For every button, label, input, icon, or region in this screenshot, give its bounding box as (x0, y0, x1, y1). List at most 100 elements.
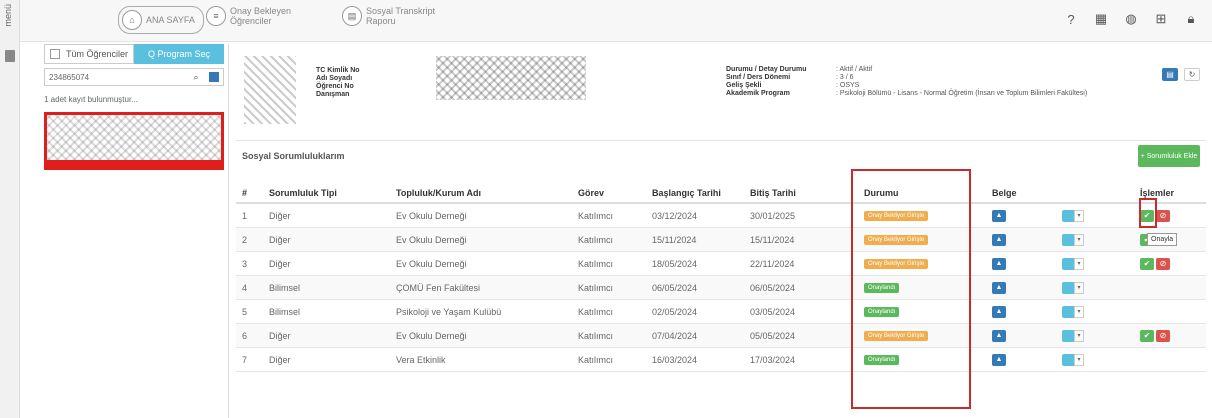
view-dropdown[interactable]: ▾ (1062, 329, 1084, 342)
student-search: ⌕ (44, 68, 224, 86)
approve-button[interactable]: ✔ (1140, 329, 1154, 342)
responsibilities-section: Sosyal Sorumluluklarım + Sorumluluk Ekle (236, 140, 1206, 180)
view-cell: ▾ (1062, 324, 1084, 347)
search-icon[interactable]: ⌕ (187, 69, 205, 85)
nav-transcript-line1: Sosyal Transkript (366, 6, 436, 16)
col-header: Bitiş Tarihi (750, 188, 796, 198)
section-title: Sosyal Sorumluluklarım (242, 151, 345, 161)
checkbox-icon[interactable] (209, 72, 219, 82)
caret-down-icon[interactable]: ▾ (1074, 281, 1084, 294)
view-dropdown[interactable]: ▾ (1062, 305, 1084, 318)
role: Katılımcı (578, 354, 614, 365)
reject-button[interactable]: ⊘ (1156, 257, 1170, 270)
end-date: 05/05/2024 (750, 330, 796, 341)
eye-icon[interactable] (1062, 233, 1074, 246)
responsibilities-table: # Sorumluluk Tipi Topluluk/Kurum Adı Gör… (236, 184, 1206, 372)
eye-icon[interactable] (1062, 305, 1074, 318)
download-icon[interactable]: ▲ (992, 305, 1006, 318)
row-number: 3 (242, 258, 248, 269)
view-cell: ▾ (1062, 348, 1084, 371)
download-icon[interactable]: ▲ (992, 353, 1006, 366)
role: Katılımcı (578, 330, 614, 341)
end-date: 03/05/2024 (750, 306, 796, 317)
caret-down-icon[interactable]: ▾ (1074, 257, 1084, 270)
all-students-toggle[interactable]: Tüm Öğrenciler (44, 44, 134, 64)
all-students-checkbox[interactable] (49, 49, 60, 59)
table-row: 6 Diğer Ev Okulu Derneği Katılımcı 07/04/202… (236, 324, 1206, 348)
reject-button[interactable]: ⊘ (1156, 209, 1170, 222)
grid-icon[interactable]: ⊞ (1154, 11, 1168, 26)
role: Katılımcı (578, 210, 614, 221)
actions-cell: ✔⊘ (1140, 324, 1170, 347)
view-cell: ▾ (1062, 300, 1084, 323)
eye-icon[interactable] (1062, 257, 1074, 270)
nav-home[interactable]: ⌂ ANA SAYFA (118, 6, 204, 34)
view-dropdown[interactable]: ▾ (1062, 257, 1084, 270)
role: Katılımcı (578, 234, 614, 245)
question-circle-icon[interactable]: ? (1064, 12, 1078, 27)
status-highlight (851, 169, 971, 409)
add-responsibility-button[interactable]: + Sorumluluk Ekle (1138, 145, 1200, 167)
document-button[interactable]: ▤ (1162, 68, 1178, 81)
organization-name: Ev Okulu Derneği (396, 234, 467, 245)
download-icon[interactable]: ▲ (992, 281, 1006, 294)
row-number: 4 (242, 282, 248, 293)
nav-transcript-line2: Raporu (366, 16, 396, 26)
student-filter-toggle: Tüm Öğrenciler Q Program Seç (44, 44, 224, 64)
organization-name: Ev Okulu Derneği (396, 258, 467, 269)
col-header: Belge (992, 188, 1017, 198)
caret-down-icon[interactable]: ▾ (1074, 209, 1084, 222)
info-value: : 3 / 6 (836, 74, 854, 81)
role: Katılımcı (578, 258, 614, 269)
globe-icon[interactable]: ◍ (1124, 11, 1138, 26)
nav-pending-students[interactable]: ≡ Onay Bekleyen Öğrenciler (206, 6, 291, 26)
view-dropdown[interactable]: ▾ (1062, 209, 1084, 222)
view-dropdown[interactable]: ▾ (1062, 281, 1084, 294)
row-number: 7 (242, 354, 248, 365)
document-cell: ▲ (992, 204, 1006, 227)
reject-button[interactable]: ⊘ (1156, 329, 1170, 342)
select-program-button[interactable]: Q Program Seç (134, 44, 224, 64)
student-search-input[interactable] (45, 69, 187, 85)
menu-strip[interactable]: menü (0, 0, 20, 418)
calendar-icon[interactable]: ▦ (1094, 11, 1108, 26)
caret-down-icon[interactable]: ▾ (1074, 353, 1084, 366)
menu-label[interactable]: menü (3, 4, 13, 27)
top-icons: ? ▦ ◍ ⊞ 🔒︎ (1064, 11, 1198, 27)
download-icon[interactable]: ▲ (992, 329, 1006, 342)
col-header: Başlangıç Tarihi (652, 188, 721, 198)
role: Katılımcı (578, 306, 614, 317)
eye-icon[interactable] (1062, 209, 1074, 222)
caret-down-icon[interactable]: ▾ (1074, 329, 1084, 342)
row-number: 2 (242, 234, 248, 245)
view-dropdown[interactable]: ▾ (1062, 233, 1084, 246)
table-row: 2 Diğer Ev Okulu Derneği Katılımcı 15/11/202… (236, 228, 1206, 252)
document-cell: ▲ (992, 276, 1006, 299)
download-icon[interactable]: ▲ (992, 257, 1006, 270)
caret-down-icon[interactable]: ▾ (1074, 305, 1084, 318)
approve-button[interactable]: ✔ (1140, 257, 1154, 270)
lock-icon[interactable]: 🔒︎ (1184, 11, 1198, 26)
eye-icon[interactable] (1062, 281, 1074, 294)
info-value: : Psikoloji Bölümü - Lisans - Normal Öğr… (836, 90, 1088, 97)
nav-social-transcript[interactable]: ▤ Sosyal Transkript Raporu (342, 6, 435, 26)
info-label-right: Geliş Şekli (726, 82, 762, 89)
end-date: 06/05/2024 (750, 282, 796, 293)
eye-icon[interactable] (1062, 329, 1074, 342)
document-cell: ▲ (992, 252, 1006, 275)
download-icon[interactable]: ▲ (992, 233, 1006, 246)
document-icon[interactable] (5, 50, 15, 62)
caret-down-icon[interactable]: ▾ (1074, 233, 1084, 246)
organization-name: Ev Okulu Derneği (396, 330, 467, 341)
download-icon[interactable]: ▲ (992, 209, 1006, 222)
student-card[interactable] (44, 112, 224, 170)
all-students-label: Tüm Öğrenciler (65, 49, 128, 59)
refresh-button[interactable]: ↻ (1184, 68, 1200, 81)
document-cell: ▲ (992, 348, 1006, 371)
eye-icon[interactable] (1062, 353, 1074, 366)
view-dropdown[interactable]: ▾ (1062, 353, 1084, 366)
student-card-faculty-strip (47, 160, 221, 167)
responsibility-type: Diğer (269, 354, 291, 365)
info-labels: TC Kimlik No Adı Soyadı Öğrenci No Danış… (316, 67, 360, 99)
start-date: 18/05/2024 (652, 258, 698, 269)
